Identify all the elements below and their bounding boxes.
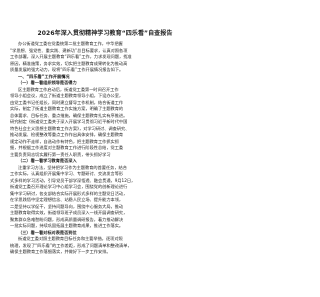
- body-line: 实际，制定了街道主题教育工作实施方案，明确了主题教育的: [10, 106, 124, 111]
- body-line: 推动发展、检视整改等重点工作作出具体安排，确保主题教育: [10, 132, 124, 137]
- body-line: 规定动作不走样，自选动作有特色，把主题教育工作抓实抓: [10, 138, 119, 144]
- subsection-heading: （二）看一看学习教育是否深入: [18, 158, 77, 163]
- body-line: 原因，精准施策，务求实效，切实把主题教育成果转化为推动高: [10, 60, 128, 66]
- body-line: 集中学习研讨，各支部结合实际开展形式多样的主题党日活动，: [10, 190, 128, 196]
- body-line: 由党工委书记任组长，同时建立督导工作机制，结合街道工作: [10, 99, 124, 105]
- body-line: 一批实际问题，持续巩固拓展主题教育成果，推进工作落实。: [10, 223, 124, 228]
- document-title: 2026年深入贯彻精神学习教育“四乐看”自查报告: [37, 30, 173, 37]
- body-line: 注重学习方法，坚持把学习作为主题教育的首要任务，结合: [18, 164, 127, 170]
- body-line: 质量发展的强大动力，现将“四乐看”工作开展情况报告如下。: [10, 67, 124, 72]
- body-line: “学思想、强党性、重实践、建新功”总目标要求，认真对照各项: [10, 47, 128, 53]
- body-line: 在学思践悟中坚定理想信念、站稳人民立场、提升能力本领，: [10, 197, 124, 202]
- body-line: 街道党工委召开理论学习中心组学习会，围绕党的创新理论进行: [10, 184, 128, 189]
- subsection-heading: （一）看一看组织领导是否得力: [18, 80, 77, 85]
- body-line: 办公街道党工委在党委统第二批主题教育工作，中华把握: [18, 41, 123, 46]
- body-line: 总体要求、目标任务、重点措施，确保主题教育扎实有序推进。: [10, 112, 128, 118]
- subsection-heading: （三）看一看对标对表是否到位: [18, 229, 77, 235]
- body-line: 工作部署，深入开展主题教育“四乐看”工作，力求发现问题，找准: [10, 54, 132, 59]
- body-line: 式多样的学习活动，引导党员干部学深悟透、融会贯通，9月12日，: [10, 177, 136, 183]
- body-line: 研究制定《街道党工委关于深入开展学习贯彻习近平新时代中国: [10, 119, 128, 124]
- body-line: 聚焦群众急难愁盼问题，形成高质量调研报告，着力推动解决: [10, 216, 124, 222]
- body-line: 区主题教育工作启动后，街道党工委第一时间召开工作: [18, 86, 119, 92]
- section-heading: 一、“四乐看”工作开展情况: [18, 73, 70, 79]
- body-line: 工作实际，认真组织开展集中学习、专题研讨、交流发言等形: [10, 171, 124, 176]
- body-line: 主题教育取得实效，街道领导班子成员深入一线开展调查研究，: [10, 210, 128, 215]
- body-line: 细，并根据工作进度对主题教育工作进行阶段性总结，党工委: [10, 145, 124, 150]
- body-line: 确保主题教育工作落细落实，并做好下一步工作安排。: [10, 249, 111, 254]
- document-page: 2026年深入贯彻精神学习教育“四乐看”自查报告 办公街道党工委在党委统第二批主…: [0, 0, 210, 297]
- body-line: 街道党工委对照主题教育目标任务和主要举措，逐项对照: [18, 236, 123, 241]
- body-line: 梳理，发现了“四乐看”的工作差距，形成了问题清单和整改清单，: [10, 242, 132, 248]
- body-line: 领导小组会议，成立了街道主题教育领导小组，下设办公室，: [10, 93, 124, 98]
- body-line: 主要负责同志切实履行第一责任人职责，带头抓好学习: [10, 151, 111, 157]
- body-line: 特色社会主义思想主题教育工作方案》，对学习研讨、调查研究、: [10, 125, 130, 131]
- body-line: 二是坚持以学促干，坚持问题导向，围绕中心服务大局，推动: [10, 203, 124, 209]
